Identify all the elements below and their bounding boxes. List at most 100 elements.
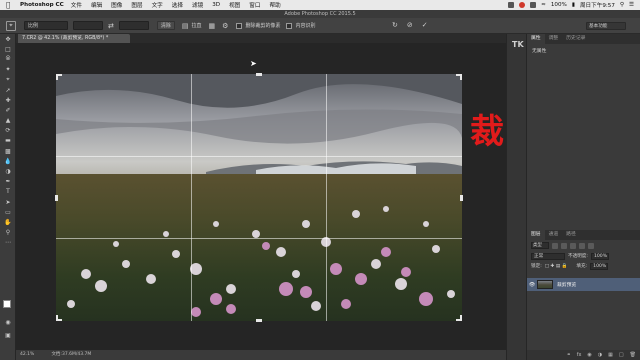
menu-filter[interactable]: 滤镜 — [192, 1, 203, 9]
fill-field[interactable]: 100% — [590, 262, 609, 270]
tab-properties[interactable]: 属性 — [527, 34, 545, 44]
cancel-icon[interactable]: ⊘ — [407, 21, 413, 29]
reset-icon[interactable]: ↻ — [392, 21, 398, 29]
fx-icon[interactable]: fx — [577, 350, 582, 360]
wifi-icon[interactable]: ≈ — [541, 2, 546, 8]
clock[interactable]: 周日下午9:57 — [580, 1, 615, 9]
hand-tool-icon[interactable]: ✋ — [0, 217, 16, 227]
width-field[interactable] — [73, 21, 103, 30]
new-layer-icon[interactable]: □ — [619, 350, 624, 360]
lock-icons[interactable]: □ ✚ ▤ 🔒 — [545, 264, 568, 269]
crop-tool-icon[interactable]: ⌖ — [0, 75, 16, 85]
foreground-color-swatch[interactable] — [3, 300, 11, 308]
trash-icon[interactable]: 🗑 — [630, 350, 636, 360]
menubar-extra-icon-2[interactable] — [530, 2, 537, 8]
menu-window[interactable]: 窗口 — [249, 1, 260, 9]
menu-view[interactable]: 视图 — [229, 1, 240, 9]
quick-select-tool-icon[interactable]: ✦ — [0, 65, 16, 75]
path-select-tool-icon[interactable]: ➤ — [0, 197, 16, 207]
menu-file[interactable]: 文件 — [71, 1, 82, 9]
tab-channels[interactable]: 通道 — [545, 230, 563, 240]
blur-tool-icon[interactable]: 💧 — [0, 156, 16, 166]
ratio-select[interactable]: 比例 — [24, 21, 68, 30]
healing-brush-tool-icon[interactable]: ✚ — [0, 95, 16, 105]
blend-mode-select[interactable]: 正常 — [531, 252, 565, 260]
app-menu[interactable]: Photoshop CC — [20, 2, 64, 8]
menu-help[interactable]: 帮助 — [269, 1, 280, 9]
delete-cropped-checkbox[interactable] — [236, 22, 243, 29]
photo-crop-preview[interactable] — [56, 74, 462, 321]
mask-icon[interactable]: ◉ — [587, 350, 591, 360]
gear-icon[interactable]: ⚙ — [222, 22, 228, 30]
tab-paths[interactable]: 路径 — [562, 230, 580, 240]
move-tool-icon[interactable]: ✥ — [0, 34, 16, 44]
filter-shape-icon[interactable] — [579, 242, 585, 249]
layer-row-crop-preview[interactable]: 👁 裁剪预览 — [527, 278, 640, 291]
filter-adjustment-icon[interactable] — [561, 242, 567, 249]
gradient-tool-icon[interactable]: ▩ — [0, 146, 16, 156]
link-layers-icon[interactable]: ⚭ — [566, 350, 570, 360]
document-tab[interactable]: 7.CR2 @ 42.1% (裁剪预览, RGB/8*) * — [18, 34, 130, 43]
brush-tool-icon[interactable]: ✐ — [0, 105, 16, 115]
lasso-tool-icon[interactable]: ⦾ — [0, 54, 16, 64]
history-brush-tool-icon[interactable]: ⟳ — [0, 126, 16, 136]
marquee-tool-icon[interactable]: □ — [0, 44, 16, 54]
crop-handle-right[interactable] — [460, 195, 463, 201]
layer-name[interactable]: 裁剪预览 — [557, 281, 576, 288]
layer-kind-select[interactable]: 类型 — [531, 242, 549, 249]
tab-adjustments[interactable]: 调整 — [545, 34, 563, 44]
clear-button[interactable]: 清除 — [156, 21, 175, 30]
battery-icon[interactable]: ▮ — [572, 2, 575, 8]
apple-icon[interactable]:  — [6, 0, 13, 10]
menu-layer[interactable]: 图层 — [131, 1, 142, 9]
visibility-eye-icon[interactable]: 👁 — [527, 282, 537, 288]
straighten-icon[interactable]: ▤ — [182, 22, 189, 30]
more-tools-icon[interactable]: ⋯ — [0, 238, 16, 248]
menu-select[interactable]: 选择 — [172, 1, 183, 9]
height-field[interactable] — [118, 21, 149, 30]
tab-layers[interactable]: 图层 — [527, 230, 545, 240]
canvas-area[interactable]: ➤ — [16, 43, 506, 350]
crop-tool-preset-icon[interactable]: ⌖ — [6, 20, 16, 31]
menubar-extra-icon[interactable] — [508, 2, 515, 8]
straighten-label[interactable]: 拉直 — [192, 22, 202, 29]
crop-handle-top-left-v[interactable] — [56, 74, 58, 80]
quick-mask-icon[interactable]: ◉ — [0, 317, 16, 327]
menu-type[interactable]: 文字 — [152, 1, 163, 9]
notification-center-icon[interactable]: ☰ — [629, 2, 634, 8]
shape-tool-icon[interactable]: ▭ — [0, 207, 16, 217]
group-icon[interactable]: ▦ — [608, 350, 613, 360]
crop-handle-bottom-right-v[interactable] — [460, 315, 462, 321]
menu-image[interactable]: 图像 — [111, 1, 122, 9]
crop-handle-top[interactable] — [256, 73, 262, 76]
eyedropper-tool-icon[interactable]: ➚ — [0, 85, 16, 95]
zoom-tool-icon[interactable]: ⚲ — [0, 228, 16, 238]
tab-history[interactable]: 历史记录 — [562, 34, 589, 44]
swap-icon[interactable]: ⇄ — [108, 22, 114, 30]
crop-handle-top-right-v[interactable] — [460, 74, 462, 80]
tk-panel-button[interactable]: TK — [512, 40, 526, 49]
type-tool-icon[interactable]: T — [0, 187, 16, 197]
filter-smart-icon[interactable] — [588, 242, 594, 249]
screen-mode-icon[interactable]: ▣ — [0, 330, 16, 340]
pen-tool-icon[interactable]: ✒ — [0, 177, 16, 187]
menu-3d[interactable]: 3D — [212, 2, 220, 8]
adjustment-layer-icon[interactable]: ◑ — [598, 350, 602, 360]
overlay-options-icon[interactable]: ▦ — [209, 22, 216, 30]
filter-type-icon[interactable] — [570, 242, 576, 249]
search-icon[interactable]: ⚲ — [620, 2, 624, 8]
crop-handle-left[interactable] — [55, 195, 58, 201]
battery-percent[interactable]: 100% — [551, 2, 567, 8]
document-size[interactable]: 文档:37.6M/43.7M — [51, 352, 91, 357]
opacity-field[interactable]: 100% — [590, 252, 609, 260]
commit-check-icon[interactable]: ✓ — [422, 21, 428, 29]
clone-stamp-tool-icon[interactable]: ▲ — [0, 116, 16, 126]
filter-pixel-icon[interactable] — [552, 242, 558, 249]
weibo-icon[interactable] — [519, 2, 526, 8]
zoom-level[interactable]: 42.1% — [20, 350, 50, 360]
menu-edit[interactable]: 编辑 — [91, 1, 102, 9]
eraser-tool-icon[interactable]: ▬ — [0, 136, 16, 146]
dodge-tool-icon[interactable]: ◑ — [0, 166, 16, 176]
crop-handle-bottom-left-v[interactable] — [56, 315, 58, 321]
crop-handle-bottom[interactable] — [256, 319, 262, 322]
